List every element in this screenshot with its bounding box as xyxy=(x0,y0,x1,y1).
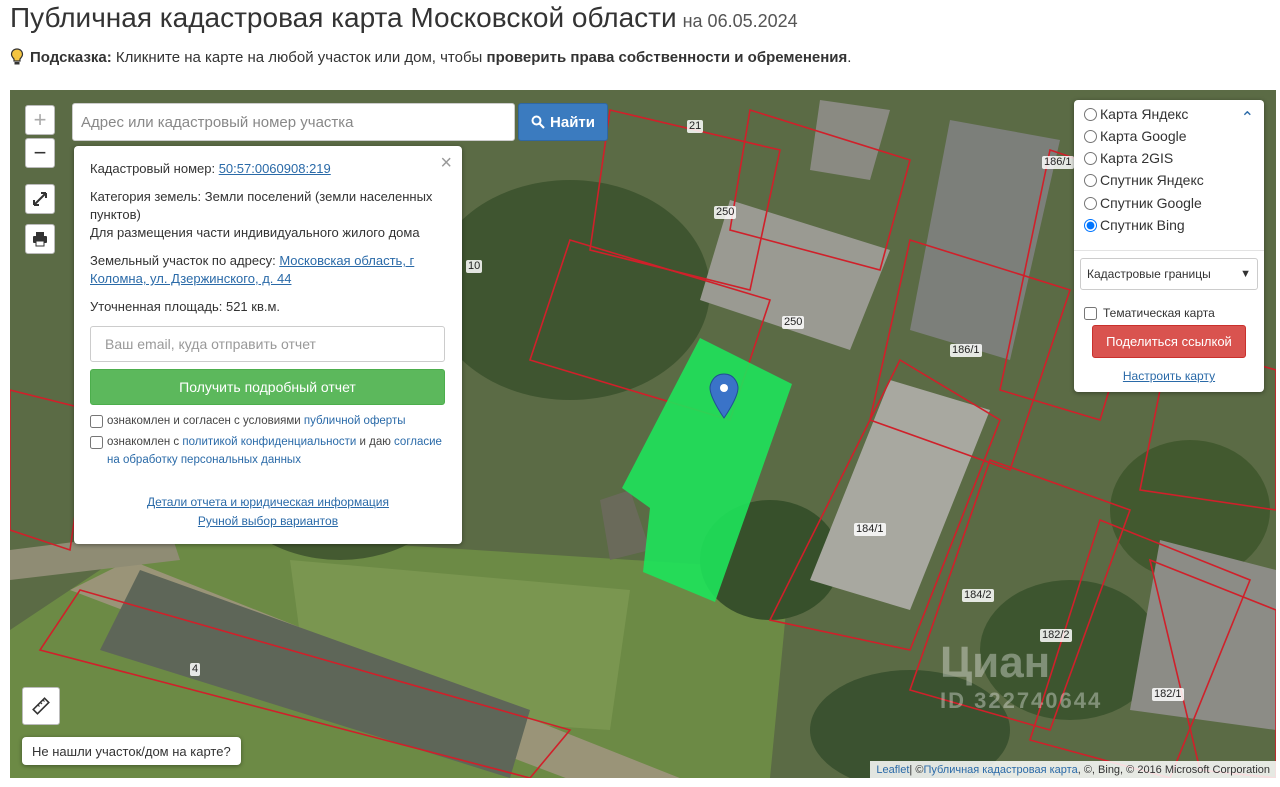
plot-label: 250 xyxy=(782,316,805,329)
layer-option-label: Спутник Яндекс xyxy=(1100,172,1204,188)
layer-option-yandex-satellite[interactable]: Спутник Яндекс xyxy=(1084,172,1204,188)
email-input[interactable] xyxy=(90,326,445,362)
page-title: Публичная кадастровая карта Московской о… xyxy=(10,2,798,34)
measure-button[interactable] xyxy=(22,687,60,725)
printer-icon xyxy=(33,232,47,247)
customize-map-row: Настроить карту xyxy=(1074,369,1264,383)
hint-label: Подсказка: xyxy=(30,48,112,66)
hint-bar: Подсказка: Кликните на карте на любой уч… xyxy=(10,48,851,66)
not-found-button[interactable]: Не нашли участок/дом на карте? xyxy=(22,737,241,765)
watermark: Циан ID 322740644 xyxy=(940,638,1102,714)
layer-option-bing-satellite[interactable]: Спутник Bing xyxy=(1084,217,1185,233)
layers-panel: ⌃ Карта Яндекс Карта Google Карта 2GIS С… xyxy=(1074,100,1264,392)
page-title-date: на 06.05.2024 xyxy=(682,11,798,31)
plot-label: 250 xyxy=(714,206,737,219)
layer-option-2gis-map[interactable]: Карта 2GIS xyxy=(1084,150,1173,166)
offer-agreement-row: ознакомлен и согласен с условиями публич… xyxy=(90,412,446,430)
privacy-text: ознакомлен с xyxy=(107,436,180,448)
address-row: Земельный участок по адресу: Московская … xyxy=(90,252,446,288)
popup-links: Детали отчета и юридическая информация Р… xyxy=(90,493,446,531)
layer-option-google-map[interactable]: Карта Google xyxy=(1084,128,1187,144)
close-icon[interactable]: × xyxy=(440,152,452,175)
zoom-in-button[interactable]: + xyxy=(25,105,55,135)
plot-label: 184/2 xyxy=(962,589,994,602)
land-usage: Для размещения части индивидуального жил… xyxy=(90,225,420,240)
cadastral-number-row: Кадастровый номер: 50:57:0060908:219 xyxy=(90,160,446,178)
layer-option-yandex-map[interactable]: Карта Яндекс xyxy=(1084,106,1188,122)
cadastral-number-label: Кадастровый номер: xyxy=(90,161,216,176)
lightbulb-icon xyxy=(10,48,24,65)
zoom-out-button[interactable]: − xyxy=(25,138,55,168)
plot-label: 186/1 xyxy=(950,344,982,357)
thematic-map-checkbox[interactable] xyxy=(1084,306,1097,320)
fullscreen-button[interactable] xyxy=(25,184,55,214)
leaflet-link[interactable]: Leaflet xyxy=(876,764,909,776)
get-report-button[interactable]: Получить подробный отчет xyxy=(90,369,445,405)
thematic-map-toggle[interactable]: Тематическая карта xyxy=(1084,306,1215,320)
chevron-down-icon: ▼ xyxy=(1240,268,1251,280)
parcel-info-popup: × Кадастровый номер: 50:57:0060908:219 К… xyxy=(74,146,462,544)
offer-agreement-checkbox[interactable] xyxy=(90,415,103,428)
layer-radio[interactable] xyxy=(1084,107,1097,121)
expand-icon xyxy=(33,192,47,206)
watermark-brand: Циан xyxy=(940,638,1051,687)
page-title-text: Публичная кадастровая карта Московской о… xyxy=(10,2,677,33)
share-link-button[interactable]: Поделиться ссылкой xyxy=(1092,325,1246,358)
chevron-up-icon[interactable]: ⌃ xyxy=(1241,108,1254,128)
search-icon xyxy=(531,115,545,129)
area-row: Уточненная площадь: 521 кв.м. xyxy=(90,298,446,316)
manual-selection-link[interactable]: Ручной выбор вариантов xyxy=(90,512,446,531)
privacy-policy-link[interactable]: политикой конфиденциальности xyxy=(182,436,356,448)
plot-label: 182/1 xyxy=(1152,688,1184,701)
layer-radio[interactable] xyxy=(1084,151,1097,165)
print-button[interactable] xyxy=(25,224,55,254)
plot-label: 4 xyxy=(190,663,201,676)
watermark-id: ID 322740644 xyxy=(940,688,1103,713)
layer-radio[interactable] xyxy=(1084,196,1097,210)
customize-map-link[interactable]: Настроить карту xyxy=(1123,369,1215,383)
hint-bold: проверить права собственности и обремене… xyxy=(486,48,848,66)
layer-option-label: Спутник Google xyxy=(1100,195,1202,211)
privacy-agreement-checkbox[interactable] xyxy=(90,436,103,449)
attribution-sep: | © xyxy=(909,763,924,776)
cadastral-source-link[interactable]: Публичная кадастровая карта xyxy=(923,764,1077,776)
layer-radio[interactable] xyxy=(1084,129,1097,143)
hint-text: Кликните на карте на любой участок или д… xyxy=(115,48,483,66)
layer-option-google-satellite[interactable]: Спутник Google xyxy=(1084,195,1202,211)
overlay-select-value: Кадастровые границы xyxy=(1087,267,1211,281)
layer-option-label: Карта Яндекс xyxy=(1100,106,1189,122)
offer-link[interactable]: публичной оферты xyxy=(304,415,406,427)
plot-label: 21 xyxy=(687,120,704,133)
layer-radio[interactable] xyxy=(1084,218,1097,232)
address-label: Земельный участок по адресу: xyxy=(90,253,276,268)
search-input[interactable] xyxy=(72,103,515,141)
plot-label: 186/1 xyxy=(1042,156,1074,169)
map-view[interactable]: 21 186/1 250 10 250 186/1 184/1 184/2 18… xyxy=(10,90,1276,778)
plot-label: 10 xyxy=(466,260,483,273)
layer-option-label: Карта 2GIS xyxy=(1100,150,1174,166)
layer-radio[interactable] xyxy=(1084,173,1097,187)
offer-agreement-text: ознакомлен и согласен с условиями xyxy=(107,415,301,427)
privacy-mid-text: и даю xyxy=(359,436,391,448)
thematic-map-label: Тематическая карта xyxy=(1103,306,1215,320)
report-details-link[interactable]: Детали отчета и юридическая информация xyxy=(90,493,446,512)
land-category-row: Категория земель: Земли поселений (земли… xyxy=(90,188,446,242)
divider xyxy=(1074,250,1264,251)
attribution-rest: , ©, Bing, © 2016 Microsoft Corporation xyxy=(1077,763,1270,776)
area-label: Уточненная площадь: xyxy=(90,299,223,314)
land-category-label: Категория земель: xyxy=(90,189,202,204)
cadastral-number-link[interactable]: 50:57:0060908:219 xyxy=(219,161,331,176)
search-button[interactable]: Найти xyxy=(518,103,608,141)
ruler-icon xyxy=(32,697,50,715)
area-value: 521 кв.м. xyxy=(225,299,281,314)
search-button-label: Найти xyxy=(550,113,595,131)
map-attribution: Leaflet | © Публичная кадастровая карта,… xyxy=(870,761,1276,778)
privacy-agreement-row: ознакомлен с политикой конфиденциальност… xyxy=(90,433,446,469)
overlay-select[interactable]: Кадастровые границы ▼ xyxy=(1080,258,1258,290)
hint-end: . xyxy=(847,48,852,66)
layer-option-label: Карта Google xyxy=(1100,128,1187,144)
layer-option-label: Спутник Bing xyxy=(1100,217,1185,233)
plot-label: 184/1 xyxy=(854,523,886,536)
